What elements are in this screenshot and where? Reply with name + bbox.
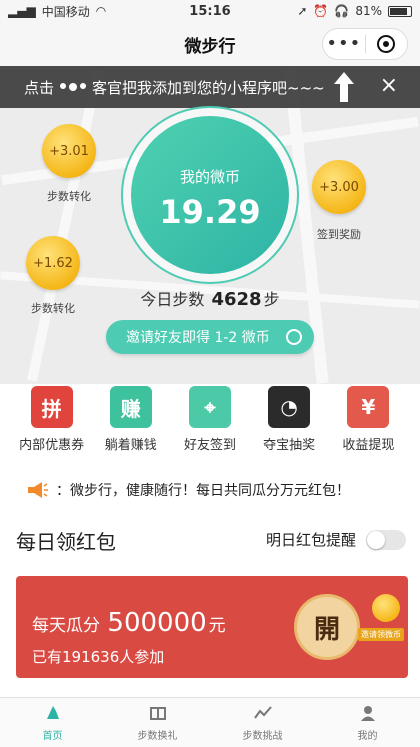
coin-balance[interactable]: 我的微币 19.29 (131, 116, 289, 274)
status-bar: ▂▄▆ 中国移动 ◠ 15:16 ➚ ⏰ 🎧 81% (0, 0, 420, 22)
feature-friend-signin[interactable]: ⌖ 好友签到 (174, 386, 246, 466)
coin-icon (372, 594, 400, 622)
coin-label: 我的微币 (179, 167, 240, 186)
earn-icon: 赚 (109, 386, 152, 428)
redpacket-amount-line: 每天瓜分 500000 元 (32, 608, 226, 638)
invite-friends-button[interactable]: 邀请好友即得 1-2 微币 (106, 320, 314, 354)
invite-label: 邀请好友即得 1-2 微币 (126, 330, 270, 346)
coin-value: 19.29 (159, 192, 261, 231)
daily-redpacket-card[interactable]: 每天瓜分 500000 元 已有191636人参加 開 邀请领微币 (16, 576, 408, 678)
close-miniprogram-button[interactable] (365, 35, 407, 53)
gold-coin-steps-1[interactable]: +3.01 (42, 124, 96, 178)
feature-earn[interactable]: 赚 躺着赚钱 (95, 386, 167, 466)
reminder-row: 明日红包提醒 (266, 529, 406, 550)
profile-icon (360, 706, 375, 721)
feature-label: 内部优惠券 (19, 438, 85, 453)
tip-prefix: 点击 (24, 78, 55, 97)
steps-prefix: 今日步数 (140, 290, 205, 309)
redpacket-amount: 500000 (107, 608, 207, 638)
gift-icon: 拼 (30, 386, 73, 428)
tab-label: 首页 (42, 731, 63, 742)
tab-challenge[interactable]: 步数挑战 (210, 698, 315, 747)
bottom-tab-bar: 首页 步数换礼 步数挑战 我的 (0, 697, 420, 747)
megaphone-icon (28, 482, 48, 498)
gift-exchange-icon (149, 707, 166, 720)
feature-label: 好友签到 (183, 438, 236, 453)
tab-label: 我的 (357, 731, 378, 742)
steps-unit: 步 (263, 290, 280, 309)
location-icon: ⌖ (188, 386, 231, 428)
redpacket-prefix: 每天瓜分 (32, 616, 100, 636)
feature-coupons[interactable]: 拼 内部优惠券 (16, 386, 88, 466)
status-time: 15:16 (189, 3, 231, 19)
invite-coin-tag[interactable]: 邀请领微币 (358, 628, 404, 641)
notice-text: ：微步行，健康随行！每日共同瓜分万元红包！ (56, 483, 350, 499)
gold-coin-label: 步数转化 (47, 190, 91, 203)
feature-label: 夺宝抽奖 (263, 438, 316, 453)
battery-icon (388, 5, 412, 17)
tab-profile[interactable]: 我的 (315, 698, 420, 747)
redpacket-unit: 元 (208, 616, 226, 636)
open-redpacket-button[interactable]: 開 (294, 594, 360, 660)
more-dots-icon (60, 83, 87, 91)
today-steps: 今日步数 4628 步 (0, 286, 420, 310)
feature-lottery[interactable]: ◔ 夺宝抽奖 (253, 386, 325, 466)
add-to-miniprogram-banner[interactable]: 点击 客官把我添加到您的小程序吧~~~ × (0, 66, 420, 108)
tab-gift-exchange[interactable]: 步数换礼 (105, 698, 210, 747)
more-button[interactable]: ••• (323, 30, 365, 58)
tab-label: 步数换礼 (137, 731, 178, 742)
feature-label: 收益提现 (342, 438, 395, 453)
feature-row: 拼 内部优惠券 赚 躺着赚钱 ⌖ 好友签到 ◔ 夺宝抽奖 ¥ 收益提现 (0, 386, 420, 466)
home-icon (46, 706, 59, 719)
reminder-label: 明日红包提醒 (265, 531, 356, 549)
tip-text: 客官把我添加到您的小程序吧~~~ (92, 78, 325, 97)
target-icon (377, 35, 396, 53)
miniprogram-capsule: ••• (322, 28, 408, 60)
close-icon[interactable]: × (380, 74, 398, 98)
feature-withdraw[interactable]: ¥ 收益提现 (332, 386, 404, 466)
notice-bar: ：微步行，健康随行！每日共同瓜分万元红包！ (26, 480, 406, 500)
coin-balance-ring: 我的微币 19.29 (121, 106, 299, 284)
tab-label: 步数挑战 (242, 731, 283, 742)
gold-coin-label: 签到奖励 (317, 228, 361, 241)
reminder-toggle[interactable] (366, 529, 406, 550)
feature-label: 躺着赚钱 (104, 438, 157, 453)
gauge-icon: ◔ (268, 386, 311, 428)
gold-coin-steps-2[interactable]: +1.62 (26, 236, 80, 290)
challenge-icon (253, 706, 272, 719)
gold-coin-signin[interactable]: +3.00 (312, 160, 366, 214)
yuan-icon: ¥ (347, 386, 390, 428)
up-arrow-icon (334, 72, 354, 102)
redpacket-participants: 已有191636人参加 (32, 648, 165, 666)
tab-home[interactable]: 首页 (0, 698, 105, 747)
share-icon (286, 329, 302, 345)
map-road (27, 68, 103, 382)
title-bar: 微步行 ••• (0, 22, 420, 66)
section-title: 每日领红包 (16, 530, 116, 554)
steps-count: 4628 (211, 289, 262, 310)
page-title: 微步行 (184, 36, 236, 57)
